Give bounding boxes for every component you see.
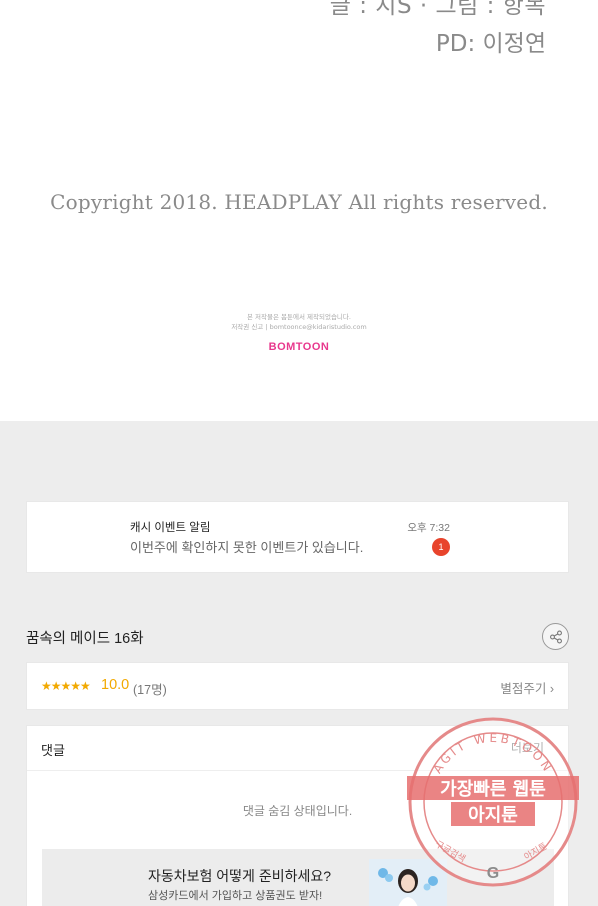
copyright-text: Copyright 2018. HEADPLAY All rights rese… xyxy=(50,190,548,214)
agit-webtoon-watermark: AGIT WEBTOON 가장빠른 웹툰 아지툰 구글검색 G 아지툰 xyxy=(407,717,579,887)
ad-title: 자동차보험 어떻게 준비하세요? xyxy=(148,868,332,884)
share-button[interactable] xyxy=(542,623,569,650)
comments-title: 댓글 xyxy=(41,743,65,758)
rating-stars: ★★★★★ xyxy=(41,679,91,693)
notification-count-badge: 1 xyxy=(432,538,450,556)
watermark-line2: 아지툰 xyxy=(468,805,518,826)
credit-writer-artist: 글 : 지S · 그림 : 항목 xyxy=(329,0,546,19)
episode-credits: 글 : 지S · 그림 : 항목 PD: 이정연 Copyright 2018.… xyxy=(0,0,598,421)
rating-bar: ★★★★★ 10.0 (17명) 별점주기 › xyxy=(26,662,569,710)
notice-title: 캐시 이벤트 알림 xyxy=(130,522,211,534)
watermark-line1: 가장빠른 웹툰 xyxy=(440,779,546,800)
fine-print: 본 저작물은 봄툰에서 제작되었습니다. 저작권 신고 | bomtoonce@… xyxy=(0,312,598,332)
credit-pd: PD: 이정연 xyxy=(435,31,546,57)
rating-score: 10.0 xyxy=(101,677,130,693)
notice-time: 오후 7:32 xyxy=(407,522,450,534)
notice-body: 이번주에 확인하지 못한 이벤트가 있습니다. xyxy=(130,540,364,555)
fine-print-line1: 본 저작물은 봄툰에서 제작되었습니다. xyxy=(247,313,351,321)
rate-button[interactable]: 별점주기 › xyxy=(500,678,554,697)
cash-event-notice[interactable]: 캐시 이벤트 알림 이번주에 확인하지 못한 이벤트가 있습니다. 오후 7:3… xyxy=(26,501,569,573)
share-icon xyxy=(549,630,562,643)
google-g-icon: G xyxy=(487,865,499,882)
fine-print-line2: 저작권 신고 | bomtoonce@kidaristudio.com xyxy=(231,323,367,331)
ad-subtitle: 삼성카드에서 가입하고 상품권도 받자! xyxy=(148,890,323,902)
rating-count: (17명) xyxy=(133,683,167,697)
episode-title: 꿈속의 메이드 16화 xyxy=(26,631,144,647)
bomtoon-logo: BOMTOON xyxy=(268,341,330,353)
